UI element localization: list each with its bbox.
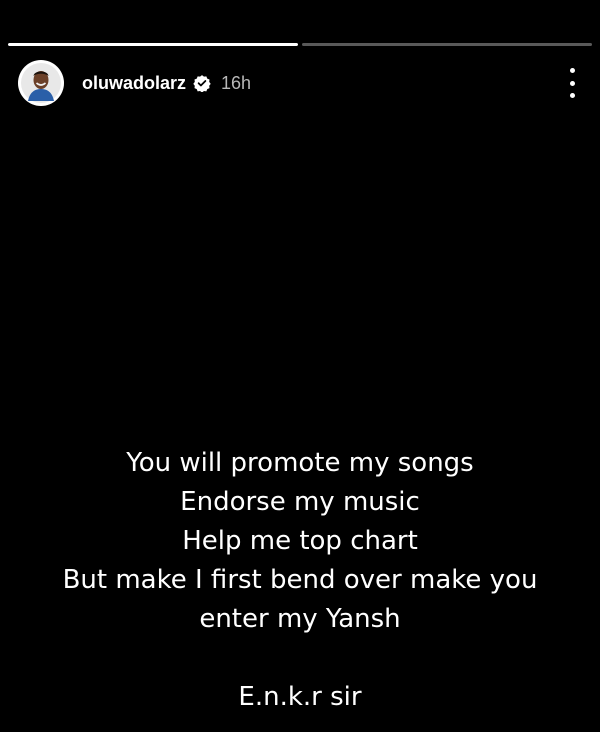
progress-segment	[8, 43, 298, 46]
caption-line: enter my Yansh	[199, 604, 401, 634]
progress-fill	[8, 43, 298, 46]
profile-photo	[21, 63, 61, 103]
more-dot	[569, 80, 575, 86]
username[interactable]: oluwadolarz	[82, 73, 186, 94]
post-time: 16h	[221, 72, 252, 93]
progress-segment	[302, 43, 592, 46]
caption-line: Help me top chart	[182, 526, 418, 556]
caption-line: You will promote my songs	[126, 448, 474, 478]
caption-signoff: E.n.k.r sir	[238, 682, 362, 712]
caption-line: But make I first bend over make you	[62, 565, 538, 595]
avatar[interactable]	[18, 60, 64, 106]
verified-badge-icon	[193, 74, 211, 93]
caption-line: Endorse my music	[180, 487, 420, 517]
story-viewer[interactable]: oluwadolarz 16h You will promote my song…	[0, 0, 600, 732]
story-caption: You will promote my songs Endorse my mus…	[0, 444, 600, 717]
story-progress-bar	[8, 43, 592, 46]
story-header: oluwadolarz 16h	[18, 60, 582, 106]
more-dot	[569, 93, 575, 98]
more-dot	[569, 68, 575, 73]
more-options-icon[interactable]	[562, 68, 582, 98]
